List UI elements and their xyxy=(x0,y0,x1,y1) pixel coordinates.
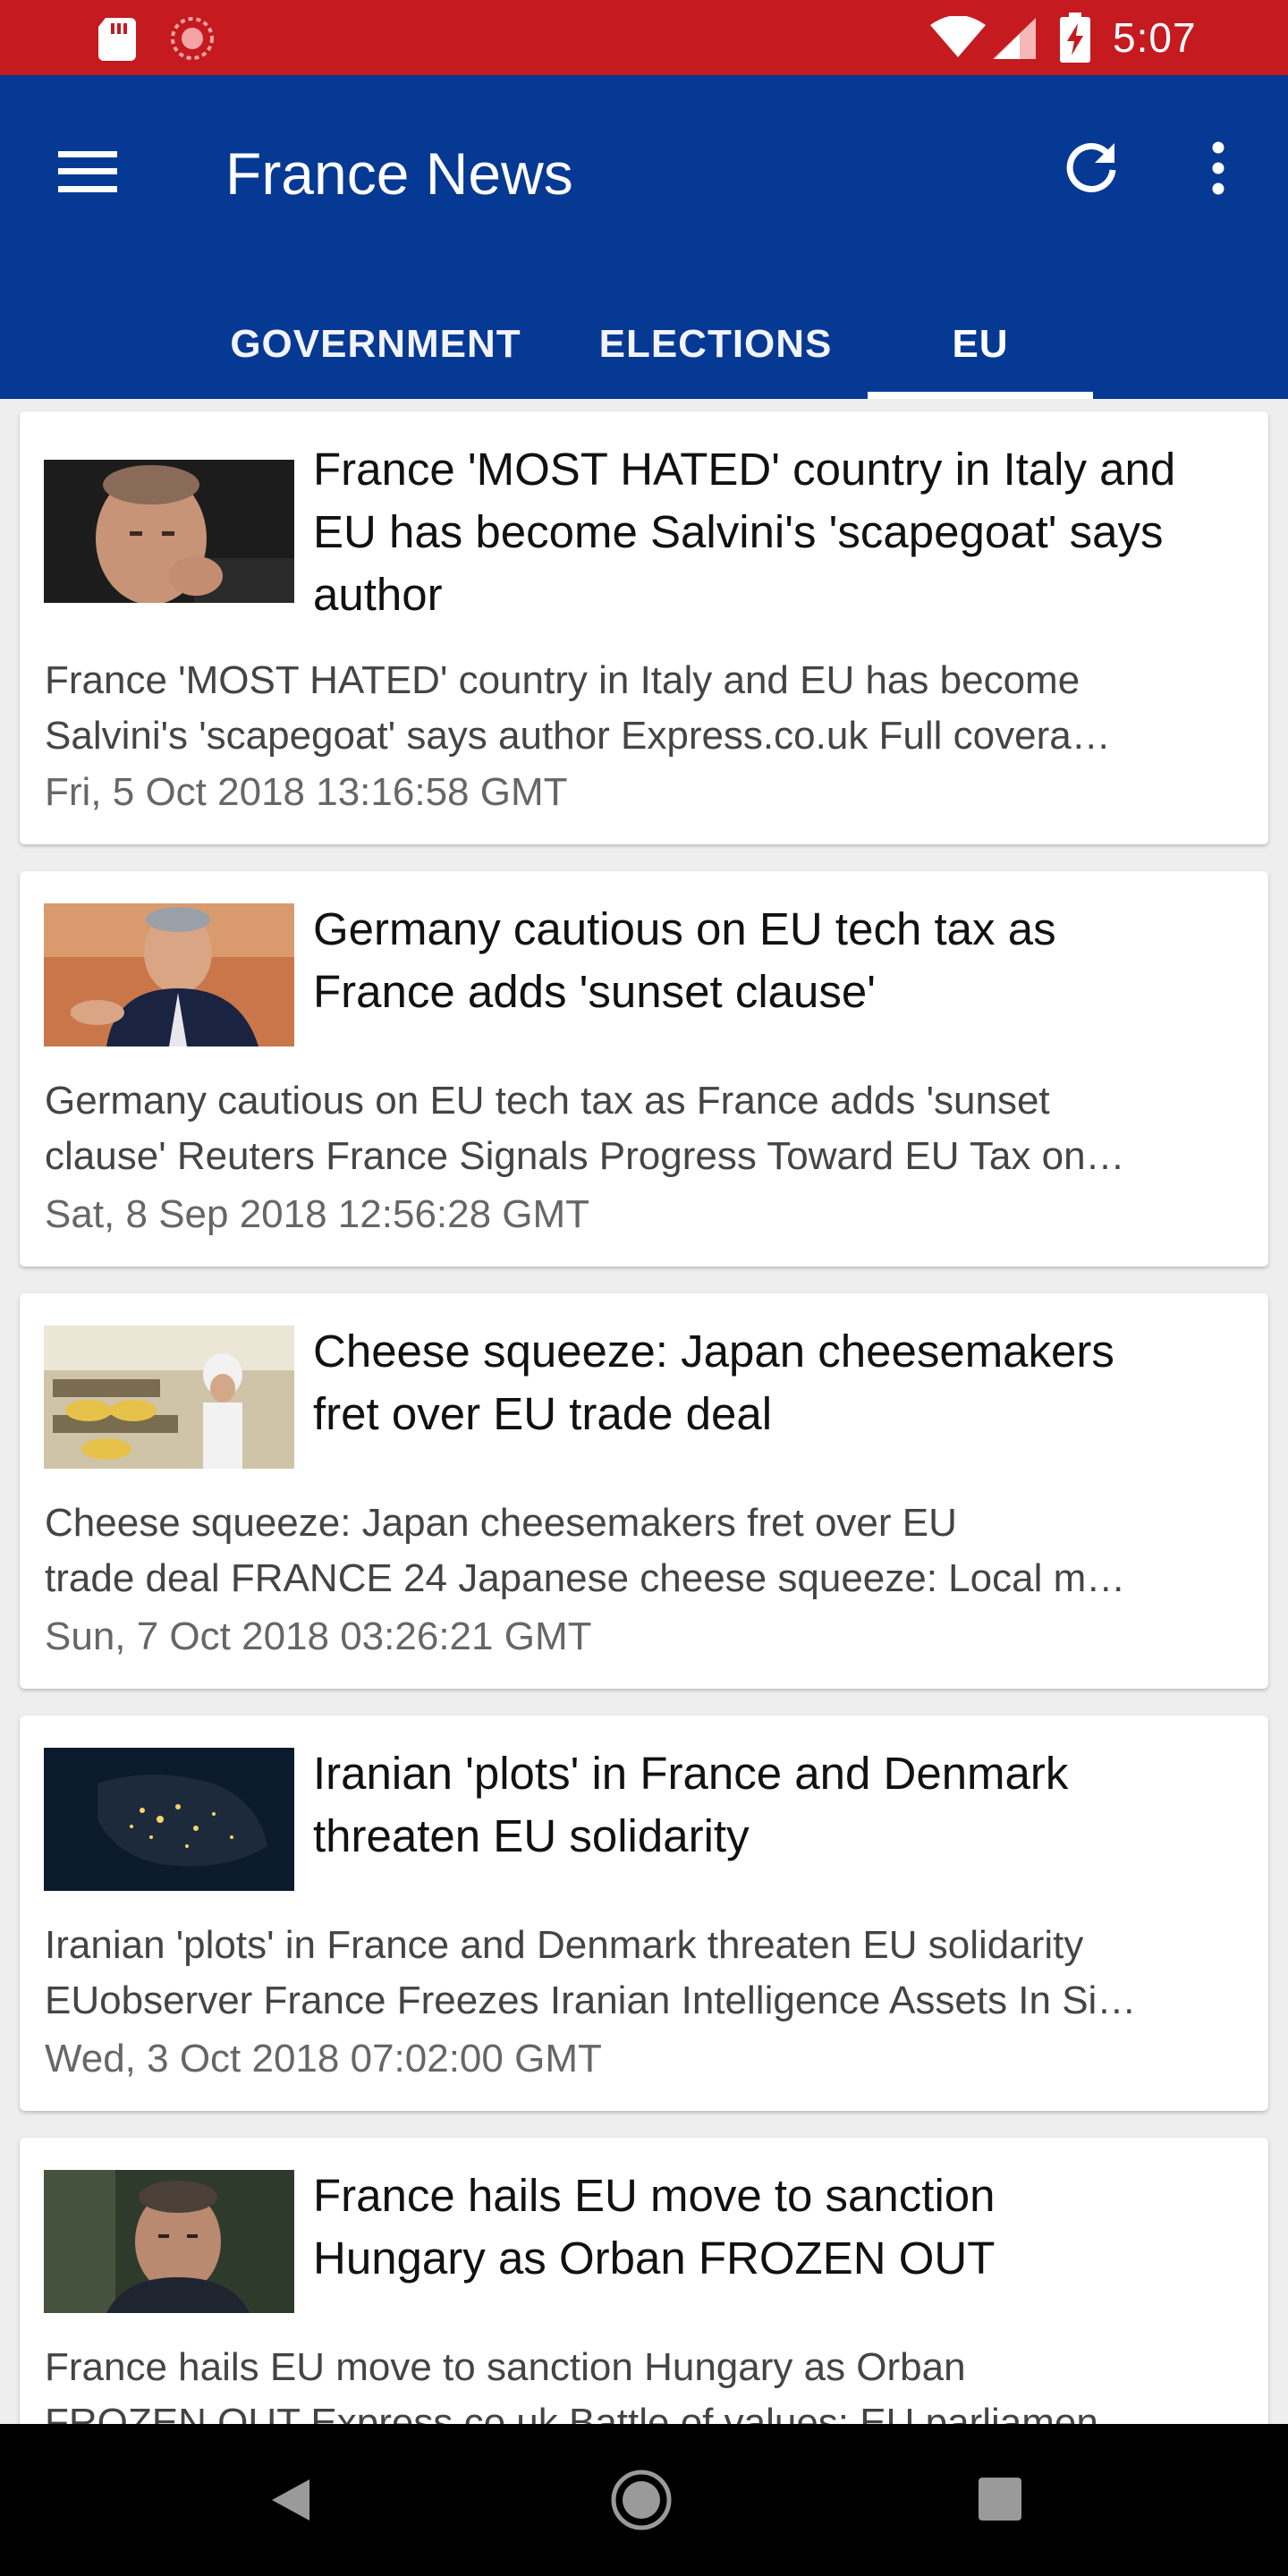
tab-elections[interactable]: ELECTIONS xyxy=(572,290,859,399)
summary-line: Cheese squeeze: Japan cheesemakers fret … xyxy=(45,1501,957,1545)
article-headline[interactable]: Cheese squeeze: Japan cheesemakers fret … xyxy=(313,1320,1241,1445)
recents-icon[interactable] xyxy=(975,2474,1025,2524)
news-card[interactable]: Iranian 'plots' in France and Denmark th… xyxy=(20,1716,1268,2111)
wifi-icon xyxy=(930,16,986,57)
status-bar: 5:07 xyxy=(0,0,1288,75)
article-date: Sat, 8 Sep 2018 12:56:28 GMT xyxy=(45,1192,590,1236)
summary-line: FROZEN OUT Express.co.uk Battle of value… xyxy=(45,2401,1138,2424)
refresh-icon xyxy=(1066,142,1116,192)
article-thumbnail[interactable] xyxy=(44,1748,294,1891)
news-card[interactable]: France hails EU move to sanction Hungary… xyxy=(20,2138,1268,2424)
more-vert-icon xyxy=(1212,141,1224,195)
news-card[interactable]: Cheese squeeze: Japan cheesemakers fret … xyxy=(20,1293,1268,1689)
menu-button[interactable] xyxy=(45,129,131,215)
battery-charging-icon xyxy=(1060,13,1090,63)
summary-line: trade deal FRANCE 24 Japanese cheese squ… xyxy=(45,1556,1126,1600)
summary-line: France hails EU move to sanction Hungary… xyxy=(45,2345,966,2389)
article-summary: Cheese squeeze: Japan cheesemakers fret … xyxy=(45,1496,1241,1606)
headline-line: France hails EU move to sanction xyxy=(313,2170,996,2221)
news-card[interactable]: France 'MOST HATED' country in Italy and… xyxy=(20,411,1268,844)
headline-line: Hungary as Orban FROZEN OUT xyxy=(313,2233,996,2284)
tab-bar: GOVERNMENT ELECTIONS EU xyxy=(0,290,1288,399)
tab-government[interactable]: GOVERNMENT xyxy=(215,290,537,399)
headline-line: EU has become Salvini's 'scapegoat' says xyxy=(313,506,1164,557)
headline-line: fret over EU trade deal xyxy=(313,1388,773,1439)
article-headline[interactable]: Germany cautious on EU tech tax as Franc… xyxy=(313,898,1241,1023)
back-icon[interactable] xyxy=(259,2469,322,2531)
home-icon[interactable] xyxy=(608,2467,674,2533)
article-summary: France 'MOST HATED' country in Italy and… xyxy=(45,653,1241,764)
article-summary: France hails EU move to sanction Hungary… xyxy=(45,2340,1241,2424)
article-date: Sun, 7 Oct 2018 03:26:21 GMT xyxy=(45,1614,592,1658)
article-thumbnail[interactable] xyxy=(44,1326,294,1469)
app-title: France News xyxy=(225,140,573,207)
summary-line: Germany cautious on EU tech tax as Franc… xyxy=(45,1079,1050,1123)
summary-line: France 'MOST HATED' country in Italy and… xyxy=(45,658,1080,702)
headline-line: France 'MOST HATED' country in Italy and xyxy=(313,444,1176,495)
article-thumbnail[interactable] xyxy=(44,460,294,603)
news-card[interactable]: Germany cautious on EU tech tax as Franc… xyxy=(20,871,1268,1267)
signal-icon xyxy=(993,18,1036,59)
status-clock: 5:07 xyxy=(1113,14,1197,61)
headline-line: threaten EU solidarity xyxy=(313,1810,750,1861)
sync-icon xyxy=(171,17,214,60)
article-date: Fri, 5 Oct 2018 13:16:58 GMT xyxy=(45,770,568,814)
article-headline[interactable]: France hails EU move to sanction Hungary… xyxy=(313,2165,1241,2290)
article-thumbnail[interactable] xyxy=(44,2170,294,2313)
sd-card-icon xyxy=(98,18,136,61)
article-date: Wed, 3 Oct 2018 07:02:00 GMT xyxy=(45,2037,602,2080)
article-summary: Iranian 'plots' in France and Denmark th… xyxy=(45,1918,1241,2029)
article-summary: Germany cautious on EU tech tax as Franc… xyxy=(45,1073,1241,1184)
system-navigation-bar xyxy=(0,2424,1288,2576)
tab-eu[interactable]: EU xyxy=(868,290,1093,399)
article-headline[interactable]: France 'MOST HATED' country in Italy and… xyxy=(313,438,1241,626)
article-headline[interactable]: Iranian 'plots' in France and Denmark th… xyxy=(313,1742,1241,1868)
summary-line: clause' Reuters France Signals Progress … xyxy=(45,1134,1125,1178)
headline-line: Cheese squeeze: Japan cheesemakers xyxy=(313,1326,1114,1377)
app-bar: France News GOVERNMENT ELECTIONS EU xyxy=(0,75,1288,399)
tab-selected-indicator xyxy=(868,392,1093,399)
summary-line: Iranian 'plots' in France and Denmark th… xyxy=(45,1923,1084,1967)
headline-line: Iranian 'plots' in France and Denmark xyxy=(313,1748,1069,1799)
more-options-button[interactable] xyxy=(1181,123,1256,213)
refresh-button[interactable] xyxy=(1046,123,1136,213)
summary-line: EUobserver France Freezes Iranian Intell… xyxy=(45,1979,1137,2022)
article-thumbnail[interactable] xyxy=(44,903,294,1046)
menu-icon xyxy=(58,151,117,192)
headline-line: author xyxy=(313,569,443,620)
news-list[interactable]: France 'MOST HATED' country in Italy and… xyxy=(0,399,1288,2424)
headline-line: France adds 'sunset clause' xyxy=(313,966,876,1017)
headline-line: Germany cautious on EU tech tax as xyxy=(313,903,1056,954)
summary-line: Salvini's 'scapegoat' says author Expres… xyxy=(45,714,1111,758)
